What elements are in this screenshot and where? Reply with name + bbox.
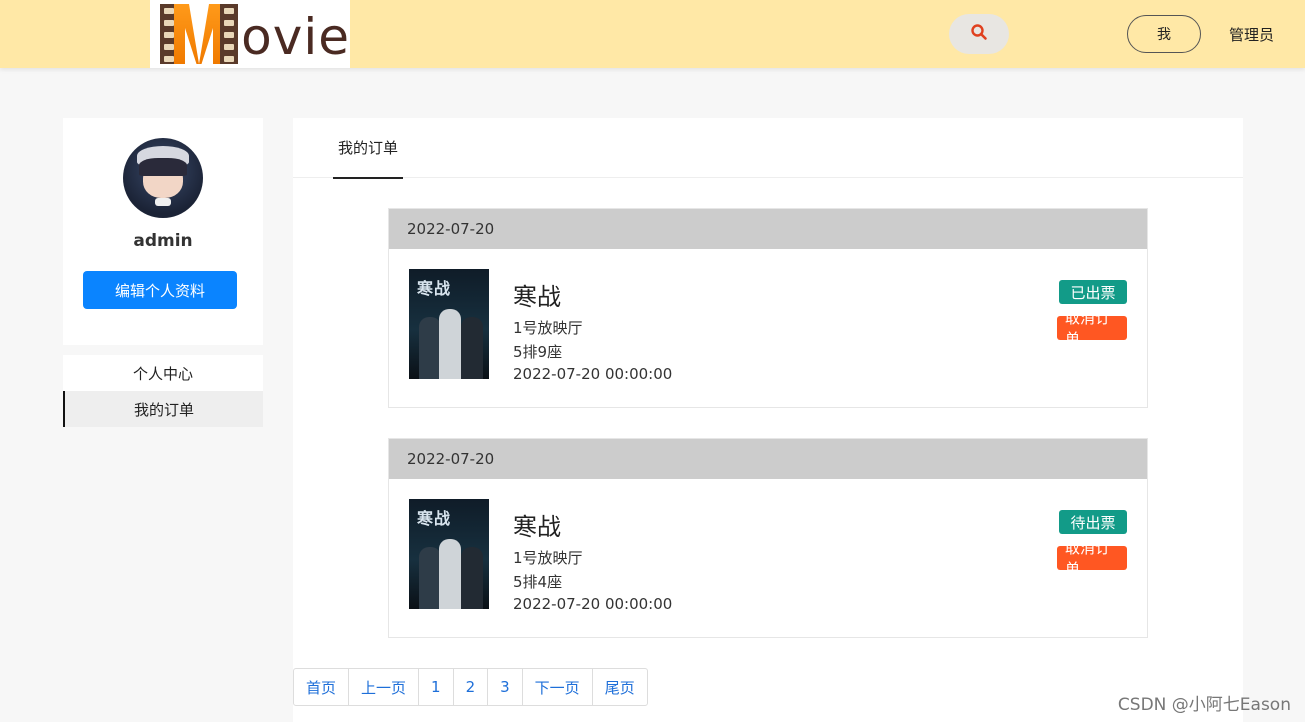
side-menu: 个人中心 我的订单 bbox=[63, 355, 263, 427]
username: admin bbox=[133, 231, 193, 251]
hall-name: 1号放映厅 bbox=[513, 549, 583, 567]
status-badge: 待出票 bbox=[1059, 510, 1127, 534]
cancel-order-button[interactable]: 取消订单 bbox=[1057, 539, 1127, 578]
tab-bar: 我的订单 bbox=[293, 118, 1243, 179]
seat-info: 5排4座 bbox=[513, 573, 563, 591]
order-card: 2022-07-20 寒战 寒战 1号放映厅 5排4座 2022-07-20 0… bbox=[388, 438, 1148, 638]
page-1[interactable]: 1 bbox=[419, 669, 454, 705]
me-button[interactable]: 我 bbox=[1127, 15, 1201, 53]
status-badge: 已出票 bbox=[1059, 280, 1127, 304]
pagination: 首页 上一页 1 2 3 下一页 尾页 bbox=[293, 668, 648, 706]
avatar[interactable] bbox=[123, 138, 203, 218]
page-3[interactable]: 3 bbox=[488, 669, 523, 705]
show-time: 2022-07-20 00:00:00 bbox=[513, 365, 673, 383]
main-panel: 我的订单 2022-07-20 寒战 寒战 1号放映厅 5排9座 2022-07… bbox=[293, 118, 1243, 722]
search-button[interactable] bbox=[949, 14, 1009, 54]
sidebar-item-my-orders[interactable]: 我的订单 bbox=[63, 391, 263, 427]
movie-logo[interactable]: ovie bbox=[150, 0, 350, 68]
order-date: 2022-07-20 bbox=[389, 209, 1147, 249]
order-card: 2022-07-20 寒战 寒战 1号放映厅 5排9座 2022-07-20 0… bbox=[388, 208, 1148, 408]
logo-m-mark bbox=[160, 4, 249, 64]
movie-poster[interactable]: 寒战 bbox=[409, 499, 489, 609]
seat-info: 5排9座 bbox=[513, 343, 563, 361]
edit-profile-button[interactable]: 编辑个人资料 bbox=[83, 271, 237, 309]
top-header: ovie 我 管理员 bbox=[0, 0, 1305, 68]
page-last[interactable]: 尾页 bbox=[593, 669, 647, 705]
watermark: CSDN @小阿七Eason bbox=[1117, 695, 1291, 715]
poster-title: 寒战 bbox=[417, 279, 452, 298]
search-icon bbox=[970, 23, 988, 45]
tab-my-orders[interactable]: 我的订单 bbox=[333, 118, 403, 179]
page-next[interactable]: 下一页 bbox=[523, 669, 593, 705]
movie-title: 寒战 bbox=[513, 513, 561, 541]
show-time: 2022-07-20 00:00:00 bbox=[513, 595, 673, 613]
cancel-order-button[interactable]: 取消订单 bbox=[1057, 309, 1127, 348]
page-2[interactable]: 2 bbox=[454, 669, 489, 705]
logo-text: ovie bbox=[241, 8, 350, 66]
order-date: 2022-07-20 bbox=[389, 439, 1147, 479]
poster-title: 寒战 bbox=[417, 509, 452, 528]
admin-link[interactable]: 管理员 bbox=[1229, 24, 1274, 45]
profile-card: admin 编辑个人资料 bbox=[63, 118, 263, 345]
page-first[interactable]: 首页 bbox=[294, 669, 350, 705]
movie-poster[interactable]: 寒战 bbox=[409, 269, 489, 379]
hall-name: 1号放映厅 bbox=[513, 319, 583, 337]
movie-title: 寒战 bbox=[513, 283, 561, 311]
sidebar-item-personal-center[interactable]: 个人中心 bbox=[63, 355, 263, 391]
page-prev[interactable]: 上一页 bbox=[349, 669, 420, 705]
